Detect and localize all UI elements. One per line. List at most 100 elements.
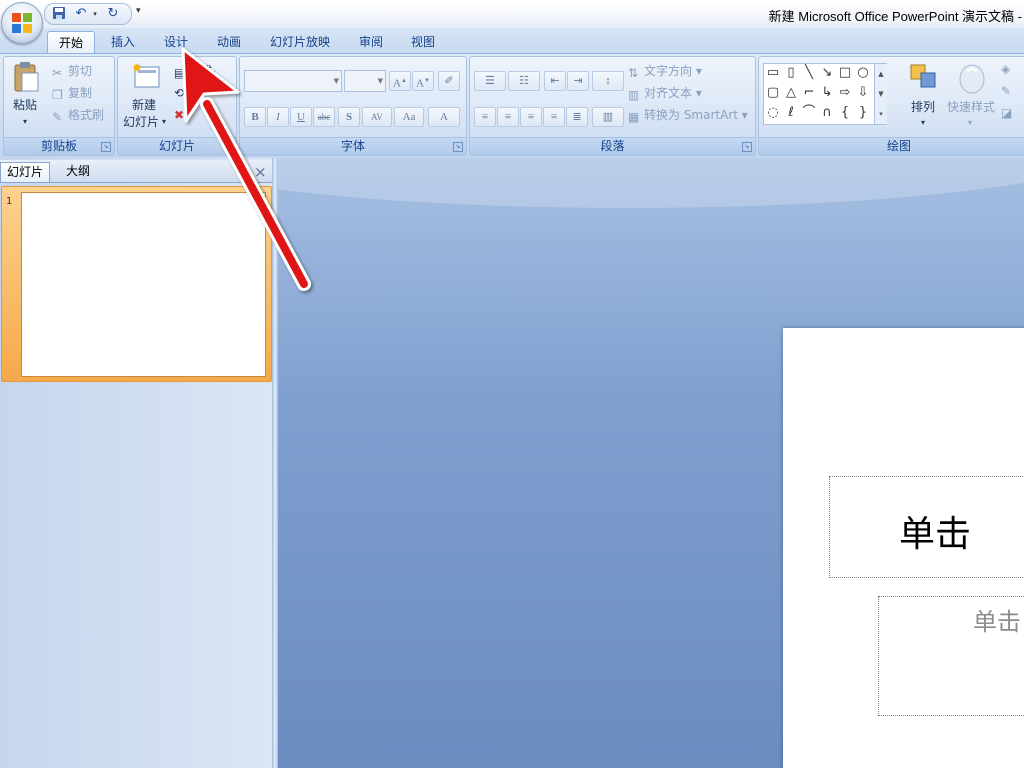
- align-right-icon[interactable]: ≡: [520, 107, 542, 127]
- curve-shape-icon[interactable]: ⌒: [802, 106, 816, 120]
- underline-button[interactable]: U: [290, 107, 312, 127]
- grow-font-icon[interactable]: A▲: [389, 71, 411, 91]
- line-spacing-icon[interactable]: ↕: [592, 71, 624, 91]
- undo-icon[interactable]: ↶: [73, 6, 89, 22]
- font-size-dropdown-icon[interactable]: ▼: [378, 77, 383, 85]
- columns-icon[interactable]: ▥: [592, 107, 624, 127]
- paste-icon[interactable]: [12, 61, 40, 96]
- tab-design[interactable]: 设计: [155, 31, 197, 53]
- arrow-line-shape-icon[interactable]: ↘: [820, 66, 834, 80]
- font-group: ▼ ▼ A▲ A▼ ✐ B I U abc S AV Aa A 字体 ↘: [239, 56, 467, 156]
- clipboard-launcher-icon[interactable]: ↘: [101, 142, 111, 152]
- italic-button[interactable]: I: [267, 107, 289, 127]
- shape-effects-icon[interactable]: ◪: [1001, 106, 1012, 120]
- numbering-icon[interactable]: ☷: [508, 71, 540, 91]
- arrange-dropdown-icon[interactable]: ▾: [921, 115, 925, 131]
- new-slide-label-1[interactable]: 新建: [132, 97, 156, 113]
- increase-indent-icon[interactable]: ⇥: [567, 71, 589, 91]
- gallery-scroll-icon[interactable]: ▲ ▼ ▾: [874, 64, 887, 124]
- arc-shape-icon[interactable]: ∩: [820, 106, 834, 120]
- distributed-icon[interactable]: ≣: [566, 107, 588, 127]
- decrease-indent-icon[interactable]: ⇤: [544, 71, 566, 91]
- font-name-dropdown-icon[interactable]: ▼: [334, 77, 339, 85]
- tab-home[interactable]: 开始: [47, 31, 95, 54]
- customize-qat-icon[interactable]: ▾: [136, 6, 141, 16]
- arrange-icon[interactable]: [909, 63, 939, 96]
- clear-formatting-icon[interactable]: ✐: [438, 71, 460, 91]
- font-name-combo[interactable]: ▼: [244, 70, 342, 92]
- bold-button[interactable]: B: [244, 107, 266, 127]
- character-spacing-button[interactable]: AV: [362, 107, 392, 127]
- scribble-shape-icon[interactable]: ℓ: [784, 106, 798, 120]
- font-size-combo[interactable]: ▼: [344, 70, 386, 92]
- align-center-icon[interactable]: ≡: [497, 107, 519, 127]
- left-brace-shape-icon[interactable]: {: [838, 106, 852, 120]
- shape-fill-icon[interactable]: ◈: [1001, 62, 1010, 76]
- shape-outline-icon[interactable]: ✎: [1001, 84, 1011, 98]
- title-bar: ↶ ▾ ↻ ▾ 新建 Microsoft Office PowerPoint 演…: [0, 0, 1024, 28]
- rounded-rect-shape-icon[interactable]: ▢: [766, 86, 780, 100]
- right-arrow-shape-icon[interactable]: ⇨: [838, 86, 852, 100]
- new-slide-dropdown-icon[interactable]: ▾: [162, 114, 166, 130]
- copy-button[interactable]: ❐ 复制: [52, 84, 92, 102]
- rectangle-shape-icon[interactable]: □: [838, 66, 852, 80]
- change-case-button[interactable]: Aa: [394, 107, 424, 127]
- tab-slides-pane[interactable]: 幻灯片: [0, 162, 50, 182]
- right-brace-shape-icon[interactable]: }: [856, 106, 870, 120]
- shrink-font-icon[interactable]: A▼: [412, 71, 434, 91]
- svg-text:u: u: [880, 684, 901, 722]
- convert-smartart-button[interactable]: ▦ 转换为 SmartArt ▾: [628, 106, 748, 124]
- close-pane-icon[interactable]: ×: [254, 163, 267, 181]
- paragraph-launcher-icon[interactable]: ↘: [742, 142, 752, 152]
- font-launcher-icon[interactable]: ↘: [453, 142, 463, 152]
- tab-outline-pane[interactable]: 大纲: [52, 162, 104, 181]
- quick-styles-dropdown-icon[interactable]: ▾: [968, 115, 972, 131]
- background-swoosh: [278, 158, 1024, 208]
- office-button[interactable]: [1, 2, 43, 44]
- delete-slide-button[interactable]: ✖: [174, 106, 190, 122]
- align-left-icon[interactable]: ≡: [474, 107, 496, 127]
- triangle-shape-icon[interactable]: △: [784, 86, 798, 100]
- new-slide-icon[interactable]: ✸: [130, 61, 162, 94]
- cut-button[interactable]: ✂ 剪切: [52, 62, 92, 80]
- format-painter-button[interactable]: ✎ 格式刷: [52, 106, 104, 124]
- elbow-connector-shape-icon[interactable]: ⌐: [802, 86, 816, 100]
- quick-styles-icon[interactable]: [957, 63, 987, 98]
- layout-button[interactable]: ▤ 式▾: [174, 62, 216, 80]
- vertical-textbox-shape-icon[interactable]: ▯: [784, 66, 798, 80]
- tab-slide-show[interactable]: 幻灯片放映: [264, 31, 336, 53]
- undo-dropdown-icon[interactable]: ▾: [91, 6, 99, 22]
- arrange-button[interactable]: 排列: [911, 99, 935, 115]
- tab-review[interactable]: 审阅: [350, 31, 392, 53]
- shapes-gallery[interactable]: ▭ ▯ ╲ ↘ □ ○ ▢ △ ⌐ ↳ ⇨ ⇩ ◌ ℓ ⌒ ∩ { } ▲ ▼ ▾: [763, 63, 887, 125]
- paste-dropdown-icon[interactable]: ▾: [23, 114, 27, 130]
- copy-icon: ❐: [52, 88, 63, 102]
- reset-button[interactable]: ⟲: [174, 84, 190, 100]
- quick-styles-button[interactable]: 快速样式: [947, 99, 995, 115]
- reset-icon: ⟲: [174, 86, 185, 100]
- drawing-group-label: 绘图: [759, 137, 1024, 155]
- slide-thumbnail[interactable]: [21, 192, 266, 377]
- text-direction-button[interactable]: ⇅ 文字方向 ▾: [628, 62, 702, 80]
- oval-shape-icon[interactable]: ○: [856, 66, 870, 80]
- paste-button[interactable]: 粘贴: [13, 97, 37, 113]
- tab-animations[interactable]: 动画: [208, 31, 250, 53]
- new-slide-label-2[interactable]: 幻灯片: [123, 114, 159, 130]
- font-color-button[interactable]: A: [428, 107, 460, 127]
- drawing-group: ▭ ▯ ╲ ↘ □ ○ ▢ △ ⌐ ↳ ⇨ ⇩ ◌ ℓ ⌒ ∩ { } ▲ ▼ ▾ …: [758, 56, 1024, 156]
- shadow-button[interactable]: S: [338, 107, 360, 127]
- tab-view[interactable]: 视图: [402, 31, 444, 53]
- freeform-shape-icon[interactable]: ◌: [766, 106, 780, 120]
- textbox-shape-icon[interactable]: ▭: [766, 66, 780, 80]
- line-shape-icon[interactable]: ╲: [802, 66, 816, 80]
- elbow-arrow-shape-icon[interactable]: ↳: [820, 86, 834, 100]
- align-text-button[interactable]: ▥ 对齐文本 ▾: [628, 84, 702, 102]
- pane-tab-bar: 幻灯片 大纲: [0, 160, 273, 183]
- justify-icon[interactable]: ≡: [543, 107, 565, 127]
- redo-icon[interactable]: ↻: [105, 6, 121, 22]
- save-icon[interactable]: [51, 6, 67, 22]
- down-arrow-shape-icon[interactable]: ⇩: [856, 86, 870, 100]
- strikethrough-button[interactable]: abc: [313, 107, 335, 127]
- bullets-icon[interactable]: ☰: [474, 71, 506, 91]
- tab-insert[interactable]: 插入: [102, 31, 144, 53]
